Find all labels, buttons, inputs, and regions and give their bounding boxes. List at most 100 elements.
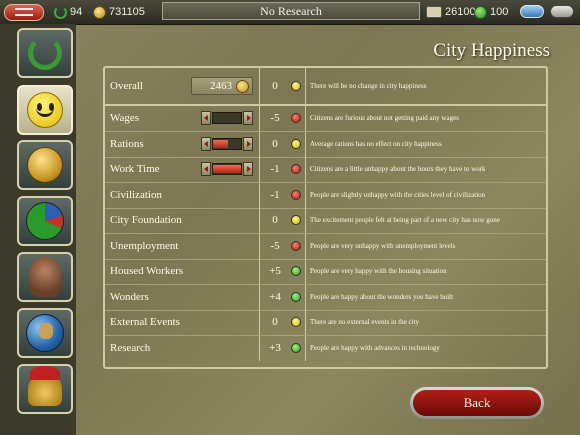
sidebar-item-finance[interactable] — [17, 140, 73, 190]
factor-label: Civilization — [110, 188, 162, 201]
increase-arrow-icon[interactable] — [243, 162, 253, 176]
decrease-arrow-icon[interactable] — [201, 111, 211, 125]
decrease-arrow-icon[interactable] — [201, 136, 211, 151]
factor-slider[interactable] — [201, 111, 253, 125]
decrease-arrow-icon[interactable] — [201, 162, 211, 176]
smiley-icon — [27, 92, 63, 128]
gold-value: 731105 — [109, 6, 145, 18]
gold-coin-icon — [27, 147, 63, 183]
divider — [305, 182, 306, 208]
slider-track[interactable] — [212, 163, 242, 175]
increase-arrow-icon[interactable] — [243, 111, 253, 125]
factor-label: Rations — [110, 137, 144, 150]
red-face-icon — [291, 164, 301, 174]
menu-icon — [15, 8, 33, 16]
happiness-row: Research +3 People are happy with advances… — [105, 335, 546, 361]
factor-value: +4 — [269, 290, 281, 303]
factor-label: Research — [110, 341, 151, 354]
research-indicator[interactable]: No Research — [162, 2, 420, 20]
happiness-panel: Overall 2463 0 There will be no change i… — [103, 66, 548, 369]
green-face-icon — [291, 266, 301, 276]
slider-fill — [213, 165, 241, 173]
divider — [305, 233, 306, 259]
laurels-stat: 94 — [54, 4, 82, 20]
factor-slider[interactable] — [201, 136, 253, 151]
gold-coin-icon — [93, 5, 106, 19]
bust-icon — [29, 257, 61, 297]
yellow-face-icon — [291, 138, 301, 149]
happiness-row: Housed Workers +5 People are very happy wi… — [105, 259, 546, 285]
factor-label: External Events — [110, 316, 180, 328]
overall-label: Overall — [110, 80, 143, 92]
sidebar-item-happiness[interactable] — [17, 85, 73, 135]
happiness-row: Civilization -1 People are slightly unhapp… — [105, 182, 546, 209]
options-button[interactable] — [550, 5, 574, 18]
gold-stat: 731105 — [93, 4, 145, 20]
factor-value: -1 — [270, 163, 280, 175]
sidebar-item-laurels[interactable] — [17, 28, 73, 78]
divider — [305, 131, 306, 157]
factor-message: People are happy about the wonders you h… — [310, 292, 454, 301]
factor-message: The excitement people felt at being part… — [310, 216, 500, 224]
factor-label: Housed Workers — [110, 265, 184, 277]
factor-value: -1 — [270, 188, 280, 201]
factor-message: People are slightly unhappy with the cit… — [310, 190, 486, 199]
population-stat: 26100 — [426, 4, 476, 20]
factor-value: 0 — [272, 316, 278, 328]
sidebar-item-military[interactable] — [17, 364, 73, 414]
gold-coin-icon — [236, 80, 249, 93]
factor-slider[interactable] — [201, 162, 253, 176]
yellow-face-icon — [291, 81, 301, 91]
divider — [305, 335, 306, 361]
overall-row: Overall 2463 0 There will be no change i… — [105, 68, 546, 106]
happiness-icon — [474, 5, 487, 19]
divider — [305, 259, 306, 284]
divider — [305, 68, 306, 104]
helmet-icon — [28, 366, 62, 406]
overall-message: There will be no change in city happines… — [310, 82, 427, 90]
divider — [305, 284, 306, 310]
red-face-icon — [291, 240, 301, 251]
happiness-row: Work Time -1 Citizens are a little unhappy… — [105, 157, 546, 183]
pie-chart-icon — [26, 202, 64, 240]
happiness-rows: Wages -5 Citizens are furious about not ge… — [105, 106, 546, 367]
slider-track[interactable] — [212, 137, 242, 150]
factor-value: -5 — [270, 112, 280, 124]
increase-arrow-icon[interactable] — [243, 136, 253, 151]
laurels-value: 94 — [70, 6, 83, 18]
factor-message: There are no external events in the city — [310, 318, 420, 326]
factor-label: Work Time — [110, 163, 160, 175]
factor-message: Average rations has no effect on city ha… — [310, 139, 442, 148]
red-face-icon — [291, 189, 301, 200]
factor-message: People are very happy with the housing s… — [310, 267, 447, 275]
population-icon — [426, 6, 442, 18]
slider-fill — [213, 139, 228, 148]
view-toggle-button[interactable] — [520, 5, 544, 18]
divider — [305, 208, 306, 233]
top-bar: 94 731105 No Research 26100 100 — [0, 0, 580, 25]
sidebar-item-statistics[interactable] — [17, 196, 73, 246]
sidebar-item-world[interactable] — [17, 308, 73, 358]
population-value: 26100 — [445, 6, 476, 18]
happiness-row: Rations 0 Average rations has no effect on… — [105, 131, 546, 158]
happiness-row: City Foundation 0 The excitement people fe… — [105, 208, 546, 234]
wreath-icon — [28, 36, 62, 70]
happiness-stat: 100 — [474, 4, 508, 20]
sidebar — [0, 24, 76, 435]
happiness-total: 2463 — [191, 77, 253, 95]
slider-track[interactable] — [212, 112, 242, 124]
factor-label: Wonders — [110, 290, 149, 303]
menu-button[interactable] — [4, 4, 44, 21]
factor-value: -5 — [270, 239, 280, 252]
factor-value: 0 — [272, 214, 278, 226]
back-button[interactable]: Back — [410, 387, 544, 419]
factor-value: 0 — [272, 137, 278, 150]
factor-label: City Foundation — [110, 214, 182, 226]
red-face-icon — [291, 113, 301, 123]
factor-message: Citizens are a little unhappy about the … — [310, 165, 486, 173]
sidebar-item-advisors[interactable] — [17, 252, 73, 302]
happiness-row: External Events 0 There are no external ev… — [105, 310, 546, 336]
factor-label: Unemployment — [110, 239, 179, 252]
divider — [305, 310, 306, 335]
happiness-total-value: 2463 — [210, 80, 232, 92]
